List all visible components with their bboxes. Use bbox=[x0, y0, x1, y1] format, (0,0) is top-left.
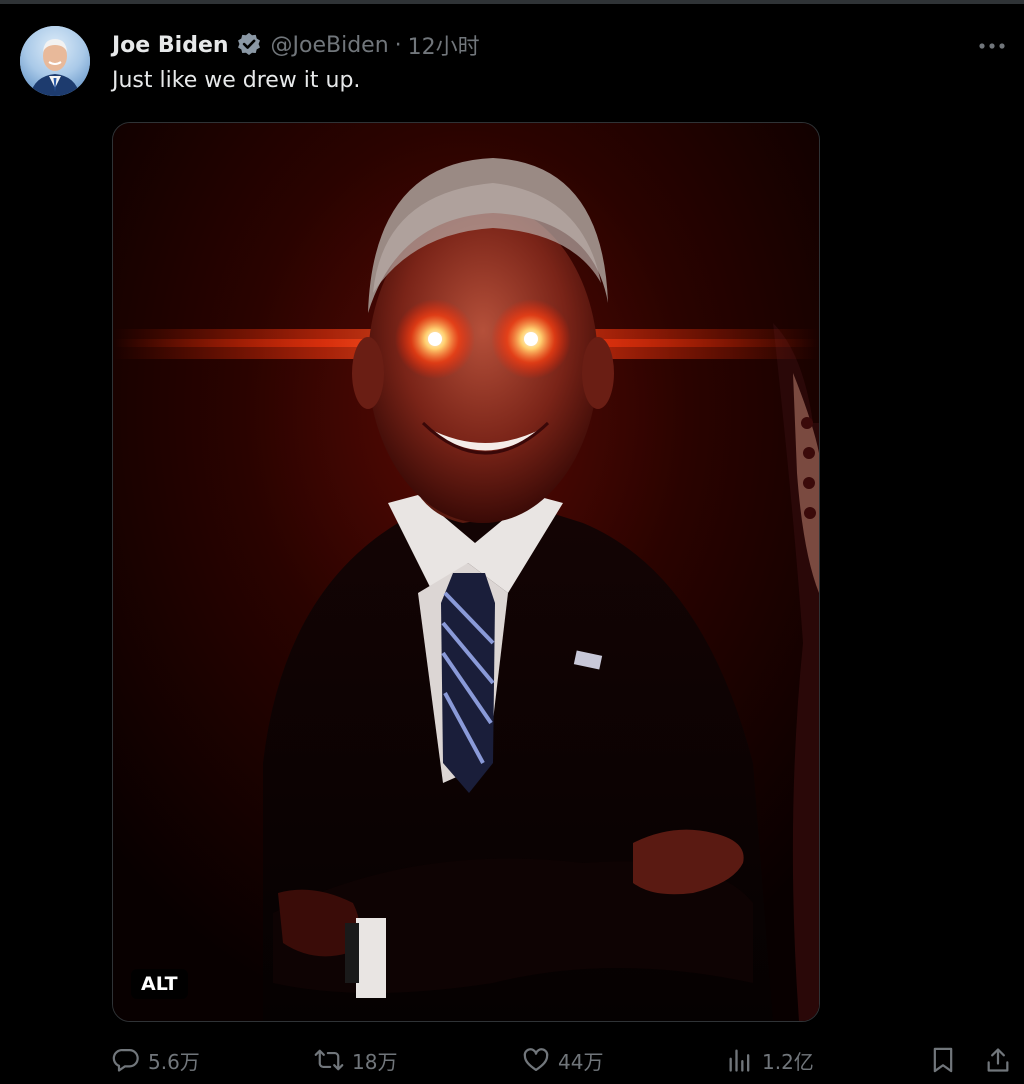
bookmark-button[interactable] bbox=[930, 1040, 964, 1080]
avatar[interactable] bbox=[20, 26, 90, 96]
separator-dot: · bbox=[394, 32, 402, 58]
reply-count: 5.6万 bbox=[148, 1049, 200, 1074]
reply-button[interactable]: 5.6万 bbox=[112, 1040, 200, 1080]
author-name[interactable]: Joe Biden bbox=[112, 33, 229, 58]
share-icon bbox=[987, 1048, 1009, 1072]
retweet-button[interactable]: 18万 bbox=[314, 1040, 397, 1080]
author-handle[interactable]: @JoeBiden bbox=[271, 33, 389, 58]
like-icon bbox=[523, 1048, 549, 1072]
like-button[interactable]: 44万 bbox=[522, 1040, 603, 1080]
reply-icon bbox=[112, 1048, 139, 1072]
action-bar: 5.6万 18万 44万 1.2亿 bbox=[0, 1040, 1024, 1080]
share-button[interactable] bbox=[984, 1040, 1020, 1080]
like-count: 44万 bbox=[558, 1049, 604, 1074]
alt-badge[interactable]: ALT bbox=[131, 969, 188, 999]
views-icon bbox=[729, 1049, 750, 1072]
bookmark-icon bbox=[933, 1047, 953, 1073]
post-time[interactable]: 12小时 bbox=[408, 29, 480, 61]
retweet-count: 18万 bbox=[352, 1049, 398, 1074]
tweet[interactable]: Joe Biden @JoeBiden · 12小时 Just like we … bbox=[0, 4, 1024, 1084]
verified-badge-icon[interactable] bbox=[235, 31, 263, 59]
views-count: 1.2亿 bbox=[762, 1049, 814, 1074]
retweet-icon bbox=[314, 1049, 344, 1071]
tweet-header: Joe Biden @JoeBiden · 12小时 bbox=[112, 29, 480, 61]
views-button[interactable]: 1.2亿 bbox=[726, 1040, 814, 1080]
more-icon[interactable] bbox=[972, 34, 1012, 58]
tweet-image[interactable]: ALT bbox=[112, 122, 820, 1022]
tweet-text: Just like we drew it up. bbox=[112, 68, 361, 93]
photo-portrait bbox=[113, 123, 819, 1021]
